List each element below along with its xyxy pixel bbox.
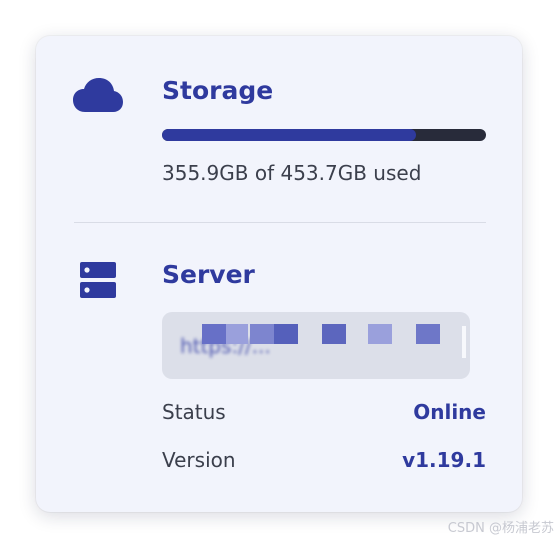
redaction-mosaic — [416, 324, 440, 344]
redaction-mosaic — [274, 324, 298, 344]
redaction-mosaic — [368, 324, 392, 344]
server-icon — [80, 262, 116, 298]
section-divider — [74, 222, 486, 223]
redaction-mosaic — [226, 324, 248, 344]
redaction-mosaic — [202, 324, 226, 344]
storage-progress-fill — [162, 129, 417, 141]
server-title: Server — [162, 260, 255, 289]
storage-title: Storage — [162, 76, 274, 105]
version-label: Version — [162, 448, 236, 472]
redaction-mosaic — [250, 324, 274, 344]
version-value[interactable]: v1.19.1 — [402, 447, 486, 473]
storage-progress-bar — [162, 129, 486, 141]
cloud-icon — [73, 78, 123, 112]
server-url-field[interactable]: https://... — [162, 312, 470, 379]
storage-usage-text: 355.9GB of 453.7GB used — [162, 161, 422, 185]
status-value: Online — [413, 400, 486, 424]
status-label: Status — [162, 400, 226, 424]
redaction-mosaic — [322, 324, 346, 344]
text-cursor — [462, 326, 466, 358]
watermark-text: CSDN @杨浦老苏 — [447, 521, 554, 536]
